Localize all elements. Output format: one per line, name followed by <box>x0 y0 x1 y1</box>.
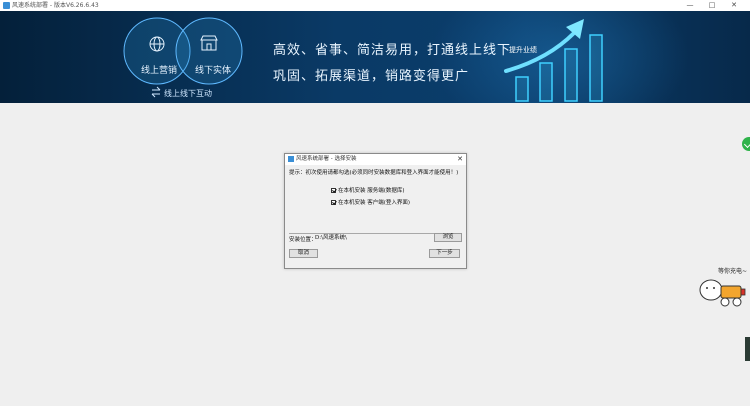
client-install-checkbox[interactable]: 在本机安装 客户端(登入界面) <box>331 198 410 206</box>
dialog-app-icon <box>288 156 294 162</box>
browse-button[interactable]: 浏览 <box>434 233 462 242</box>
interaction-label: 线上线下互动 <box>164 89 212 98</box>
installer-window: 风速系统部署 - 版本V6.26.6.43 — □ ✕ 线上营销 线下实体 线上… <box>0 0 750 406</box>
side-dark-tab[interactable] <box>745 337 750 361</box>
cancel-button[interactable]: 取消 <box>289 249 318 258</box>
slogan-line-1: 高效、省事、简洁易用，打通线上线下 <box>273 43 512 58</box>
minimize-button[interactable]: — <box>680 0 700 11</box>
offline-store-label: 线下实体 <box>195 66 232 76</box>
maximize-button[interactable]: □ <box>702 0 722 11</box>
close-button[interactable]: ✕ <box>724 0 744 11</box>
slogan-line-2: 巩固、拓展渠道，销路变得更广 <box>273 69 470 84</box>
server-install-label: 在本机安装 服务端(数据库) <box>338 188 405 194</box>
install-path-field[interactable]: D:\风速系统\ <box>315 234 415 242</box>
swap-arrows-icon <box>151 86 161 98</box>
online-marketing-label: 线上营销 <box>141 66 178 76</box>
window-title: 风速系统部署 - 版本V6.26.6.43 <box>12 2 99 9</box>
checkbox-checked-icon[interactable] <box>331 187 336 193</box>
growth-label: 提升业绩 <box>509 46 537 54</box>
app-icon <box>3 2 10 9</box>
install-path-label: 安装位置： <box>289 237 317 243</box>
mascot-icon[interactable] <box>697 274 749 310</box>
install-option-dialog: 风速系统部署 - 选择安装 ✕ 提示：初次使用请都勾选(必须同时安装数据库和登入… <box>284 153 467 269</box>
promo-banner: 线上营销 线下实体 线上线下互动 高效、省事、简洁易用，打通线上线下 巩固、拓展… <box>0 11 750 103</box>
server-install-checkbox[interactable]: 在本机安装 服务端(数据库) <box>331 186 405 194</box>
side-expand-tab[interactable] <box>742 137 750 151</box>
next-button[interactable]: 下一步 <box>429 249 460 258</box>
title-bar: 风速系统部署 - 版本V6.26.6.43 — □ ✕ <box>0 0 750 11</box>
client-install-label: 在本机安装 客户端(登入界面) <box>338 200 411 206</box>
checkbox-checked-icon[interactable] <box>331 199 336 205</box>
dialog-close-icon[interactable]: ✕ <box>457 154 463 165</box>
dialog-title: 风速系统部署 - 选择安装 <box>296 156 357 162</box>
install-hint: 提示：初次使用请都勾选(必须同时安装数据库和登入界面才能使用！) <box>289 170 459 176</box>
dialog-title-bar: 风速系统部署 - 选择安装 ✕ <box>285 154 466 165</box>
